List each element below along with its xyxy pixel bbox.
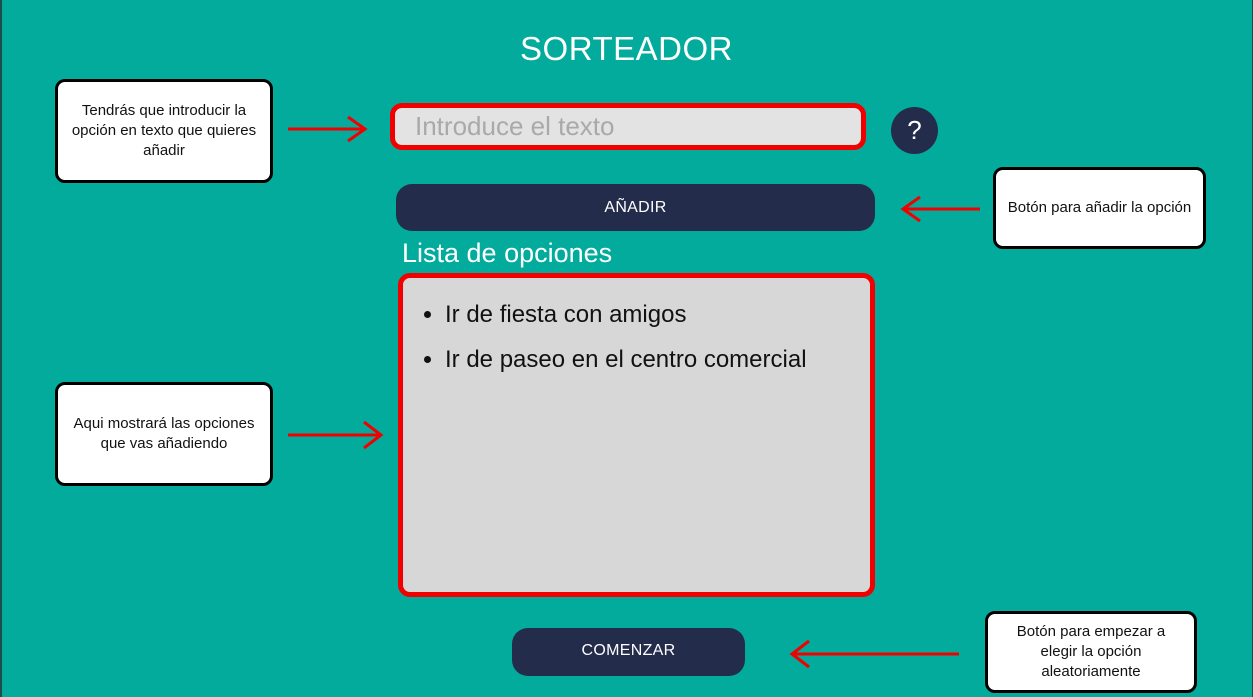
list-item: Ir de fiesta con amigos — [445, 300, 870, 330]
arrow-left-icon — [789, 639, 959, 669]
annotation-start-note: Botón para empezar a elegir la opción al… — [985, 611, 1197, 693]
options-list: Ir de fiesta con amigos Ir de paseo en e… — [398, 273, 875, 597]
options-list-title: Lista de opciones — [402, 238, 613, 268]
arrow-left-icon — [900, 195, 980, 223]
help-button[interactable]: ? — [891, 107, 938, 154]
list-item: Ir de paseo en el centro comercial — [445, 345, 870, 375]
option-input-container — [390, 103, 866, 150]
app-title: SORTEADOR — [520, 30, 733, 67]
arrow-right-icon — [288, 115, 368, 143]
arrow-right-icon — [288, 420, 384, 450]
option-text-input[interactable] — [395, 108, 861, 145]
add-button[interactable]: AÑADIR — [396, 184, 875, 231]
start-button[interactable]: COMENZAR — [512, 628, 745, 676]
annotation-list-note: Aqui mostrará las opciones que vas añadi… — [55, 382, 273, 486]
annotation-add-note: Botón para añadir la opción — [993, 167, 1206, 249]
annotation-input-note: Tendrás que introducir la opción en text… — [55, 79, 273, 183]
